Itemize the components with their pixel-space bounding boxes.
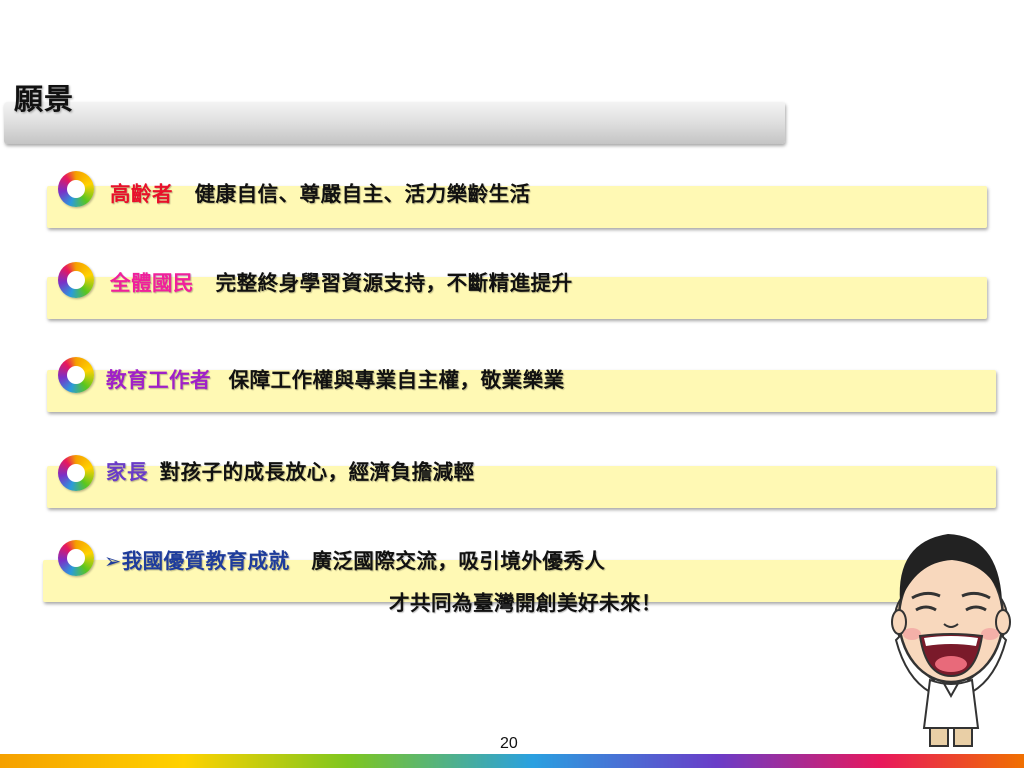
- bullet-arrow-icon: ➢: [104, 549, 122, 573]
- item-description: 保障工作權與專業自主權，敬業樂業: [228, 368, 565, 392]
- rainbow-ring-icon: [58, 357, 94, 393]
- item-keyword: 家長: [106, 460, 148, 484]
- item-keyword: 我國優質教育成就: [121, 549, 290, 573]
- item-line-3: 教育工作者 保障工作權與專業自主權，敬業樂業: [106, 363, 565, 393]
- item-line-2: 全體國民 完整終身學習資源支持，不斷精進提升: [110, 266, 573, 296]
- item-keyword: 教育工作者: [106, 368, 211, 392]
- item-line-1: 高齡者 健康自信、尊嚴自主、活力樂齡生活: [110, 177, 531, 207]
- item-description: 健康自信、尊嚴自主、活力樂齡生活: [194, 182, 531, 206]
- page-title: 願景: [14, 82, 75, 116]
- rainbow-ring-icon: [58, 171, 94, 207]
- item-line-5: ➢我國優質教育成就 廣泛國際交流，吸引境外優秀人: [104, 544, 605, 574]
- item-description: 廣泛國際交流，吸引境外優秀人: [311, 549, 606, 573]
- item-line-4: 家長 對孩子的成長放心，經濟負擔減輕: [106, 455, 475, 485]
- item-keyword: 高齡者: [110, 182, 173, 206]
- item-description: 完整終身學習資源支持，不斷精進提升: [215, 271, 573, 295]
- item-description-line2: 才共同為臺灣開創美好未來！: [389, 591, 662, 615]
- rainbow-ring-icon: [58, 455, 94, 491]
- item-keyword: 全體國民: [110, 271, 194, 295]
- rainbow-ring-icon: [58, 262, 94, 298]
- bottom-color-stripe: [0, 754, 1024, 768]
- item-description: 對孩子的成長放心，經濟負擔減輕: [159, 460, 475, 484]
- title-bar: [4, 102, 785, 144]
- cartoon-mascot-icon: [891, 534, 1011, 747]
- page-number: 20: [500, 735, 518, 752]
- rainbow-ring-icon: [58, 540, 94, 576]
